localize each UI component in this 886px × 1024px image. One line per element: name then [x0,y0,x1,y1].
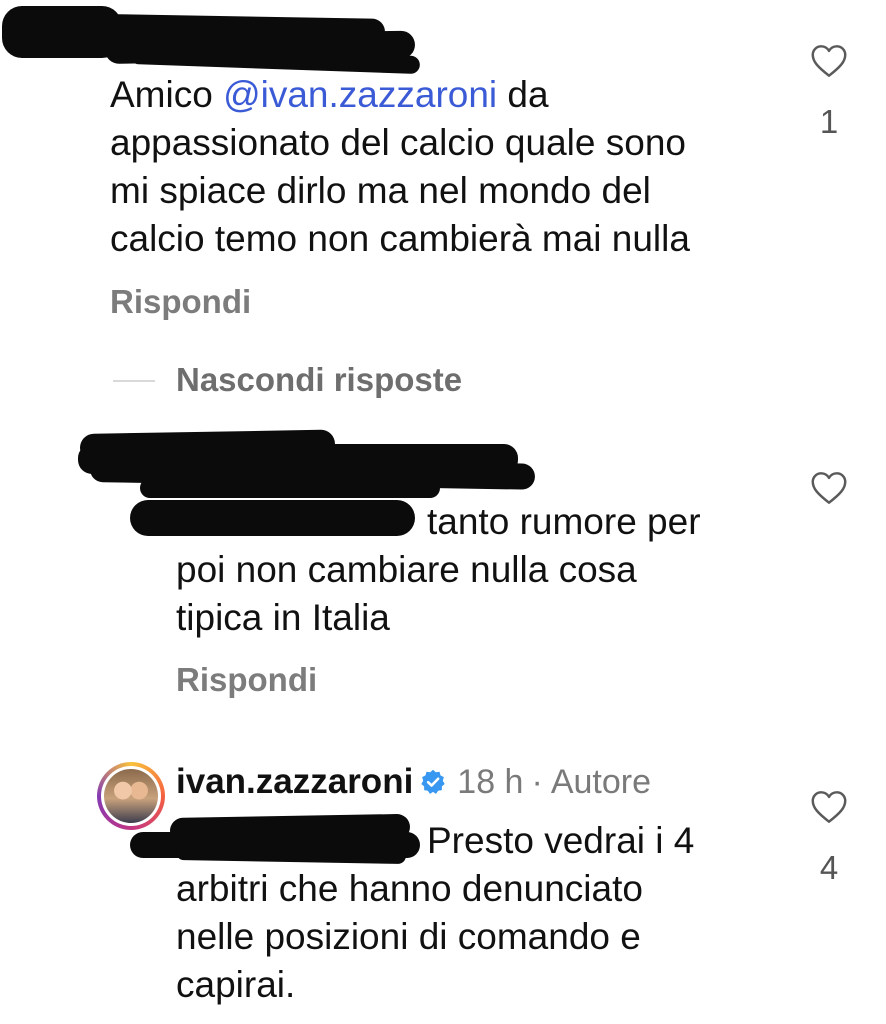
thread-divider-line [113,380,155,382]
heart-outline-icon [811,791,847,823]
verified-badge-icon [421,769,445,794]
reply-1-line-2: poi non cambiare nulla cosa [176,549,637,590]
like-button[interactable] [807,44,851,83]
reply-2-header: ivan.zazzaroni 18 h · Autore [176,762,651,802]
comment-1-line-1: Amico @ivan.zazzaroni da [110,71,690,119]
reply-2-line-4: capirai. [176,964,296,1005]
heart-outline-icon [811,472,847,504]
reply-2-line-2: arbitri che hanno denunciato [176,868,643,909]
reply-1-line-1: tanto rumore per [427,501,701,542]
like-count: 4 [819,849,839,886]
heart-outline-icon [811,45,847,77]
comment-1-line-2: appassionato del calcio quale sono [110,122,686,163]
redacted-username [140,478,440,498]
reply-button[interactable]: Rispondi [176,661,317,699]
avatar-photo [104,769,158,823]
reply-2-time: 18 h [457,763,524,801]
redacted-mention [130,500,415,536]
comment-1-text-prefix: Amico [110,74,224,115]
comment-1-text-suffix: da [497,74,549,115]
comment-1-line-4: calcio temo non cambierà mai nulla [110,218,690,259]
meta-separator: · [531,763,543,801]
reply-2-line-3: nelle posizioni di comando e [176,916,641,957]
avatar-ring [101,766,161,826]
like-button[interactable] [807,471,851,510]
redacted-mention [175,844,407,865]
comment-1-line-3: mi spiace dirlo ma nel mondo del [110,170,651,211]
hide-replies-button[interactable]: Nascondi risposte [176,361,462,399]
reply-button[interactable]: Rispondi [110,283,251,321]
reply-1-line-3: tipica in Italia [176,597,390,638]
reply-2-line-1: Presto vedrai i 4 [427,820,695,861]
like-button[interactable] [807,790,851,829]
username-link[interactable]: ivan.zazzaroni [176,762,413,801]
comment-1-text: Amico @ivan.zazzaroni da appassionato de… [110,71,690,263]
avatar[interactable] [97,762,165,830]
like-count: 1 [819,103,839,140]
redacted-username [2,6,122,58]
mention-link[interactable]: @ivan.zazzaroni [223,74,497,115]
author-label: Autore [550,763,651,801]
